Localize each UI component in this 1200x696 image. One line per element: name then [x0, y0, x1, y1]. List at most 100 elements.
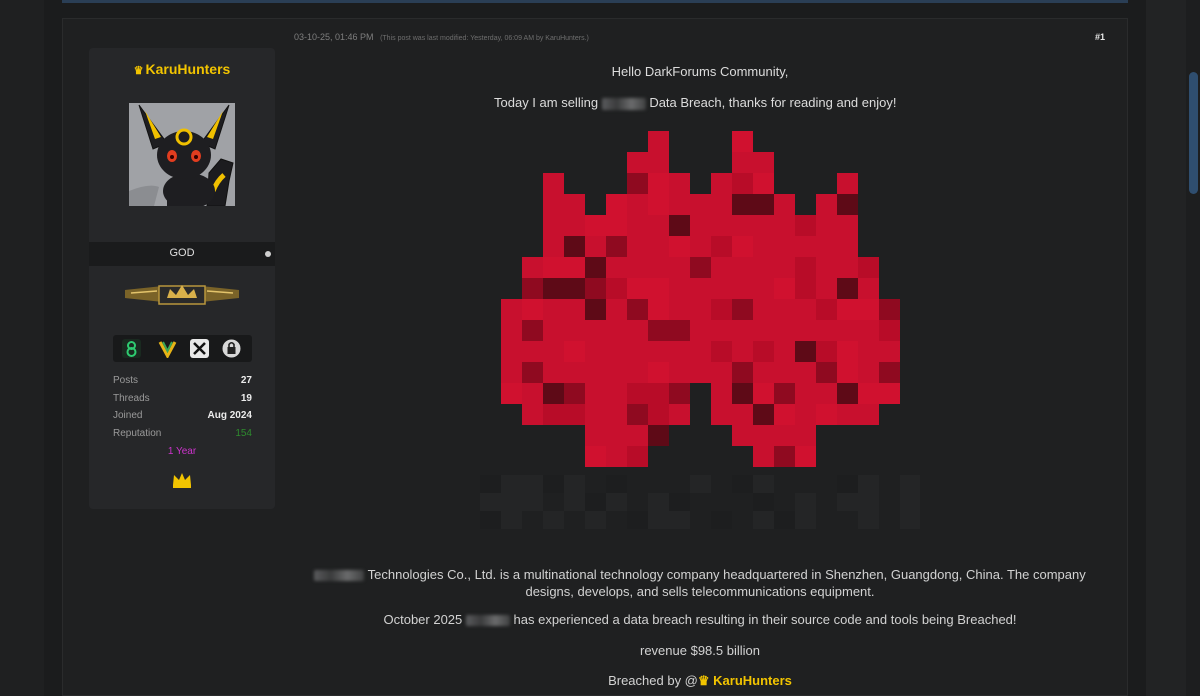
logo-pixel	[627, 278, 648, 299]
logo-pixel	[774, 194, 795, 215]
logo-pixel	[795, 446, 816, 467]
author-stats: Posts 27 Threads 19 Joined Aug 2024 Repu…	[113, 375, 252, 445]
logo-pixel	[711, 236, 732, 257]
logo-wordmark-pixel	[501, 511, 522, 529]
logo-pixel	[522, 257, 543, 278]
logo-pixel	[543, 257, 564, 278]
scrollbar-thumb[interactable]	[1189, 72, 1198, 194]
stat-value: Aug 2024	[207, 410, 252, 421]
post-number-link[interactable]: #1	[1095, 32, 1105, 42]
stat-value[interactable]: 154	[235, 428, 252, 439]
logo-wordmark-pixel	[900, 475, 920, 493]
logo-pixel	[522, 362, 543, 383]
author-name-link[interactable]: ♛ KaruHunters	[89, 61, 275, 77]
logo-pixel	[795, 341, 816, 362]
logo-wordmark-pixel	[480, 475, 501, 493]
badge-x-icon[interactable]	[190, 339, 209, 358]
redacted-company-name	[314, 570, 365, 582]
logo-pixel	[732, 152, 753, 173]
umbreon-avatar-icon	[129, 103, 235, 206]
logo-wordmark-pixel	[900, 493, 920, 511]
logo-pixel	[837, 404, 858, 425]
logo-pixel	[585, 425, 606, 446]
badge-row	[113, 335, 252, 362]
logo-pixel	[816, 341, 837, 362]
logo-pixel	[669, 194, 690, 215]
logo-pixel	[606, 299, 627, 320]
logo-pixel	[585, 362, 606, 383]
logo-pixel	[858, 383, 879, 404]
logo-wordmark-pixel	[753, 493, 774, 511]
crown-icon: ♛	[133, 65, 144, 77]
logo-pixel	[732, 131, 753, 152]
logo-pixel	[669, 299, 690, 320]
logo-pixel	[669, 320, 690, 341]
logo-pixel	[501, 362, 522, 383]
logo-pixel	[627, 383, 648, 404]
logo-pixel	[795, 425, 816, 446]
logo-pixel	[774, 383, 795, 404]
logo-pixel	[564, 215, 585, 236]
logo-pixel	[606, 194, 627, 215]
logo-pixel	[669, 215, 690, 236]
logo-pixel	[837, 194, 858, 215]
logo-pixel	[585, 383, 606, 404]
logo-pixel	[564, 320, 585, 341]
crown-icon	[173, 473, 191, 488]
logo-wordmark-pixel	[564, 475, 585, 493]
logo-pixel	[627, 425, 648, 446]
logo-pixel	[564, 404, 585, 425]
rank-emblem-icon	[125, 285, 239, 305]
stat-label: Reputation	[113, 427, 162, 439]
logo-pixel	[837, 341, 858, 362]
logo-pixel	[606, 425, 627, 446]
logo-wordmark-pixel	[837, 493, 858, 511]
logo-pixel	[627, 194, 648, 215]
logo-pixel	[648, 299, 669, 320]
logo-pixel	[669, 341, 690, 362]
logo-wordmark-pixel	[753, 511, 774, 529]
logo-pixel	[795, 257, 816, 278]
logo-pixel	[753, 215, 774, 236]
logo-pixel	[711, 194, 732, 215]
logo-wordmark-pixel	[480, 493, 501, 511]
logo-pixel	[732, 236, 753, 257]
logo-pixel	[669, 404, 690, 425]
logo-pixel	[669, 383, 690, 404]
logo-pixel	[711, 362, 732, 383]
author-avatar[interactable]	[129, 103, 235, 206]
logo-pixel	[648, 173, 669, 194]
redacted-company-name	[465, 615, 510, 627]
logo-pixel	[837, 320, 858, 341]
logo-wordmark-pixel	[900, 511, 920, 529]
logo-pixel	[774, 320, 795, 341]
badge-8-icon[interactable]	[122, 339, 141, 358]
redacted-company-name	[601, 97, 646, 110]
logo-pixel	[753, 341, 774, 362]
logo-pixel	[585, 278, 606, 299]
logo-pixel	[732, 383, 753, 404]
logo-pixel	[543, 341, 564, 362]
logo-pixel	[774, 278, 795, 299]
logo-pixel	[543, 194, 564, 215]
logo-pixel	[669, 362, 690, 383]
logo-pixel	[732, 320, 753, 341]
logo-wordmark-pixel	[690, 475, 711, 493]
logo-pixel	[627, 404, 648, 425]
logo-pixel	[732, 299, 753, 320]
logo-pixel	[669, 278, 690, 299]
logo-pixel	[753, 425, 774, 446]
stat-label: Posts	[113, 375, 139, 386]
stat-label: Threads	[113, 392, 150, 404]
logo-pixel	[837, 257, 858, 278]
logo-pixel	[564, 299, 585, 320]
logo-pixel	[606, 215, 627, 236]
logo-pixel	[774, 215, 795, 236]
breached-by-handle[interactable]: ♛ KaruHunters	[698, 673, 792, 688]
badge-v-icon[interactable]	[158, 339, 177, 358]
post-modified-note: (This post was last modified: Yesterday,…	[380, 35, 589, 42]
logo-pixel	[711, 341, 732, 362]
logo-pixel	[753, 362, 774, 383]
logo-wordmark-pixel	[795, 511, 816, 529]
badge-lock-icon[interactable]	[222, 339, 241, 358]
